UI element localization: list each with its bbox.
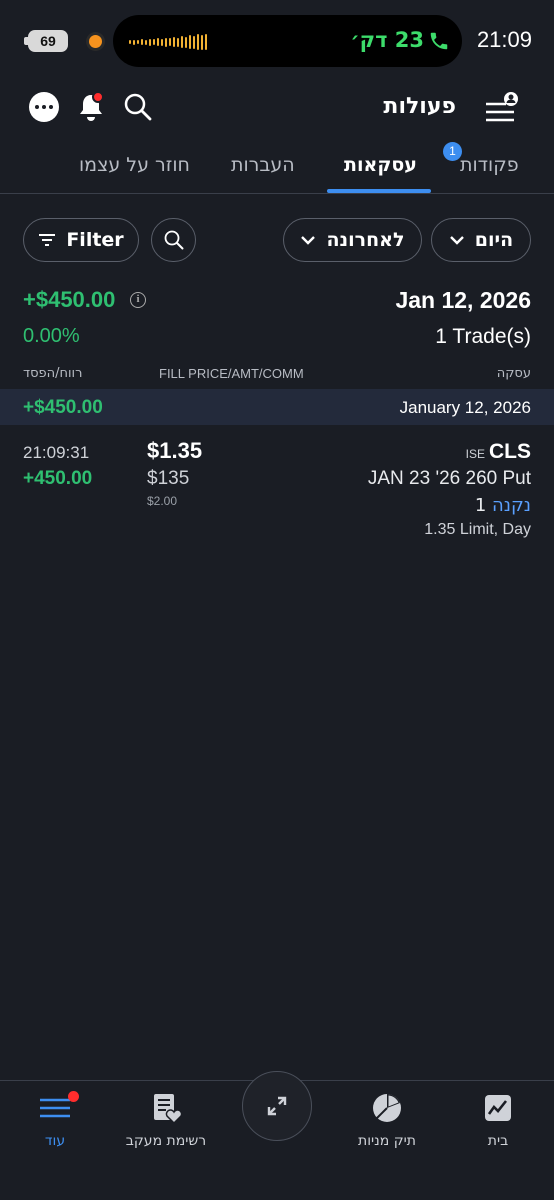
day-group-header: +$450.00 January 12, 2026 bbox=[0, 389, 554, 425]
status-bar: 69 23 דק׳ 21:09 bbox=[0, 0, 554, 80]
day-pnl: +$450.00 bbox=[23, 397, 103, 418]
nav-watchlist[interactable]: רשימת מעקב bbox=[111, 1091, 221, 1149]
filter-label: Filter bbox=[66, 229, 124, 251]
summary-trade-count: 1 Trade(s) bbox=[435, 325, 531, 348]
search-icon bbox=[164, 230, 183, 250]
tab-bar: פקודות עסקאות העברות חוזר על עצמו bbox=[0, 142, 554, 194]
nav-home[interactable]: בית bbox=[443, 1091, 553, 1149]
nav-more-label: עוד bbox=[44, 1133, 66, 1149]
clock: 21:09 bbox=[476, 27, 532, 52]
trade-symbol: CLS bbox=[489, 440, 531, 463]
search-icon[interactable] bbox=[123, 92, 153, 122]
trade-side-group: נקנה 1 bbox=[475, 495, 531, 516]
expand-arrows-icon bbox=[267, 1096, 287, 1116]
page-title: פעולות bbox=[383, 94, 456, 119]
watchlist-icon bbox=[154, 1094, 182, 1124]
quick-trade-button[interactable] bbox=[242, 1071, 312, 1141]
tab-trades[interactable]: עסקאות bbox=[344, 154, 417, 176]
sort-recent-label: לאחרונה bbox=[326, 229, 405, 251]
trade-fill-price: $1.35 bbox=[147, 438, 203, 463]
account-menu-icon[interactable] bbox=[484, 92, 518, 124]
nav-portfolio-label: תיק מניות bbox=[358, 1133, 416, 1149]
trade-commission: $2.00 bbox=[147, 494, 178, 508]
pie-chart-icon bbox=[373, 1094, 401, 1122]
trade-amount: $135 bbox=[147, 468, 190, 489]
nav-watchlist-label: רשימת מעקב bbox=[125, 1133, 207, 1149]
battery-indicator: 69 bbox=[28, 30, 68, 52]
column-header-pnl: רווח/הפסד bbox=[23, 366, 83, 381]
nav-portfolio[interactable]: תיק מניות bbox=[332, 1091, 442, 1149]
tab-transfers[interactable]: העברות bbox=[231, 154, 295, 176]
phone-icon bbox=[430, 32, 448, 50]
tab-recurring[interactable]: חוזר על עצמו bbox=[79, 154, 190, 176]
trade-side: נקנה bbox=[492, 495, 531, 516]
call-duration: 23 דק׳ bbox=[350, 28, 424, 52]
summary-date: Jan 12, 2026 bbox=[395, 287, 531, 313]
day-date: January 12, 2026 bbox=[399, 398, 531, 417]
trade-exchange: ISE bbox=[465, 447, 485, 461]
nav-more[interactable]: עוד bbox=[0, 1091, 110, 1149]
trade-search-button[interactable] bbox=[151, 218, 196, 262]
camera-indicator bbox=[89, 35, 102, 48]
summary-pnl-percent: 0.00% bbox=[23, 325, 80, 347]
column-header-trade: עסקה bbox=[496, 366, 531, 381]
chart-icon bbox=[485, 1095, 511, 1121]
notification-dot bbox=[68, 1091, 79, 1102]
bottom-navigation: בית תיק מניות רשימת מעקב עוד bbox=[0, 1071, 554, 1200]
trade-order-description: 1.35 Limit, Day bbox=[424, 521, 531, 538]
filter-button[interactable]: Filter bbox=[23, 218, 139, 262]
trade-time: 21:09:31 bbox=[23, 443, 90, 462]
chevron-down-icon bbox=[449, 236, 464, 245]
period-today-dropdown[interactable]: היום bbox=[431, 218, 531, 262]
trade-contract: JAN 23 '26 260 Put bbox=[367, 468, 531, 489]
active-tab-indicator bbox=[327, 189, 431, 193]
trade-symbol-group: ISE CLS bbox=[466, 440, 531, 464]
tab-orders[interactable]: פקודות bbox=[460, 154, 519, 176]
more-options-button[interactable] bbox=[29, 92, 59, 122]
trade-pnl: +450.00 bbox=[23, 468, 93, 489]
app-header: פעולות bbox=[0, 80, 554, 138]
nav-home-label: בית bbox=[487, 1133, 509, 1149]
filter-icon bbox=[39, 234, 56, 246]
chevron-down-icon bbox=[301, 236, 316, 245]
menu-icon bbox=[40, 1098, 70, 1118]
trade-quantity: 1 bbox=[474, 495, 487, 516]
sort-recent-dropdown[interactable]: לאחרונה bbox=[283, 218, 422, 262]
notifications-bell-icon[interactable] bbox=[76, 90, 106, 124]
summary-pnl: +$450.00 bbox=[23, 287, 116, 312]
orders-count-badge: 1 bbox=[443, 142, 462, 161]
audio-wave-icon bbox=[129, 34, 207, 50]
period-today-label: היום bbox=[474, 229, 514, 251]
column-header-fill: FILL PRICE/AMT/COMM bbox=[159, 366, 304, 381]
info-icon[interactable]: i bbox=[130, 292, 146, 308]
dynamic-island[interactable]: 23 דק׳ bbox=[113, 15, 462, 67]
